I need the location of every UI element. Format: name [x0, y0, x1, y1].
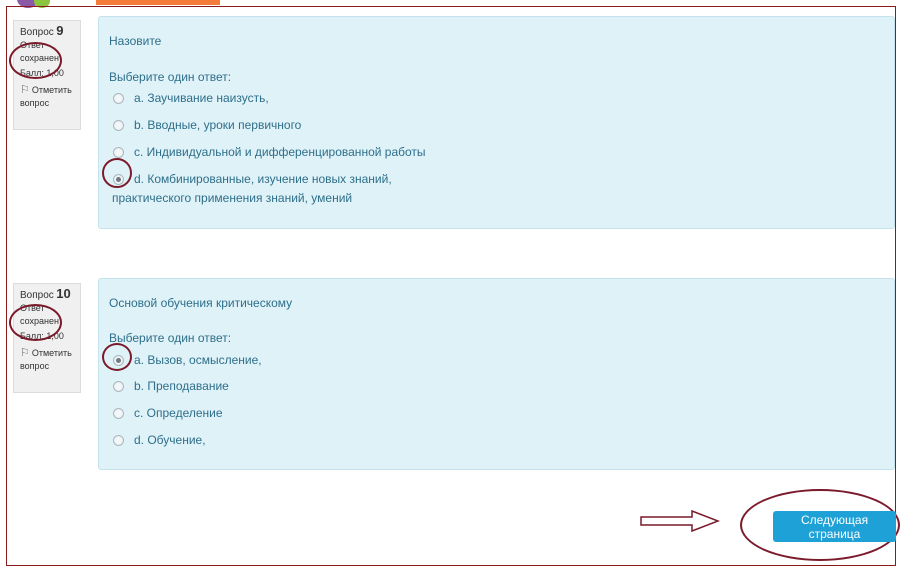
option-label: a. Вызов, осмысление,	[134, 353, 262, 367]
answer-option-b[interactable]: b. Вводные, уроки первичного	[111, 116, 301, 135]
question-state: Ответ сохранен	[20, 40, 59, 63]
question-text: Основой обучения критическому	[109, 296, 293, 310]
question-label: Вопрос	[20, 290, 54, 301]
answer-option-b[interactable]: b. Преподавание	[111, 377, 229, 396]
answer-option-a[interactable]: a. Заучивание наизусть,	[111, 89, 269, 108]
answer-option-a[interactable]: a. Вызов, осмысление,	[111, 351, 262, 370]
next-page-button[interactable]: Следующая страница	[773, 511, 896, 542]
answer-option-c[interactable]: c. Индивидуальной и дифференцированной р…	[111, 143, 426, 162]
question-state: Ответ сохранен	[20, 303, 59, 326]
radio-icon[interactable]	[113, 147, 124, 158]
option-label: b. Вводные, уроки первичного	[134, 118, 302, 132]
flag-question-link[interactable]: ⚐ Отметить вопрос	[20, 347, 74, 373]
radio-checked-icon[interactable]	[113, 355, 124, 366]
flag-icon: ⚐	[20, 84, 30, 96]
question-content-10: Основой обучения критическому Выберите о…	[98, 278, 895, 470]
question-info-10: Вопрос 10 Ответ сохранен Балл: 1,00 ⚐ Отм…	[13, 283, 81, 393]
radio-checked-icon[interactable]	[113, 174, 124, 185]
option-label: c. Определение	[134, 406, 223, 420]
header-banner	[96, 0, 220, 5]
radio-icon[interactable]	[113, 435, 124, 446]
answer-prompt: Выберите один ответ:	[109, 331, 232, 345]
arrow-right-icon	[640, 509, 720, 533]
question-content-9: Назовите Выберите один ответ: a. Заучива…	[98, 16, 895, 229]
question-text: Назовите	[109, 34, 162, 48]
answer-option-d[interactable]: d. Обучение,	[111, 431, 206, 450]
radio-icon[interactable]	[113, 381, 124, 392]
question-number: 10	[56, 286, 71, 301]
question-number: 9	[56, 23, 64, 38]
question-mark: Балл: 1,00	[20, 331, 64, 341]
question-info-9: Вопрос 9 Ответ сохранен Балл: 1,00 ⚐ Отме…	[13, 20, 81, 130]
option-label-line1: d. Комбинированные, изучение новых знани…	[134, 172, 392, 186]
option-label: c. Индивидуальной и дифференцированной р…	[134, 145, 426, 159]
option-label: a. Заучивание наизусть,	[134, 91, 269, 105]
radio-icon[interactable]	[113, 93, 124, 104]
option-label: d. Комбинированные, изучение новых знани…	[112, 170, 392, 208]
flag-question-link[interactable]: ⚐ Отметить вопрос	[20, 84, 74, 110]
option-label-line2: практического применения знаний, умений	[112, 191, 353, 205]
answer-option-d[interactable]: d. Комбинированные, изучение новых знани…	[111, 170, 392, 208]
radio-icon[interactable]	[113, 408, 124, 419]
radio-icon[interactable]	[113, 120, 124, 131]
question-mark: Балл: 1,00	[20, 68, 64, 78]
flag-icon: ⚐	[20, 347, 30, 359]
option-label: b. Преподавание	[134, 379, 229, 393]
answer-option-c[interactable]: c. Определение	[111, 404, 223, 423]
option-label: d. Обучение,	[134, 433, 206, 447]
answer-prompt: Выберите один ответ:	[109, 70, 232, 84]
question-label: Вопрос	[20, 27, 54, 38]
